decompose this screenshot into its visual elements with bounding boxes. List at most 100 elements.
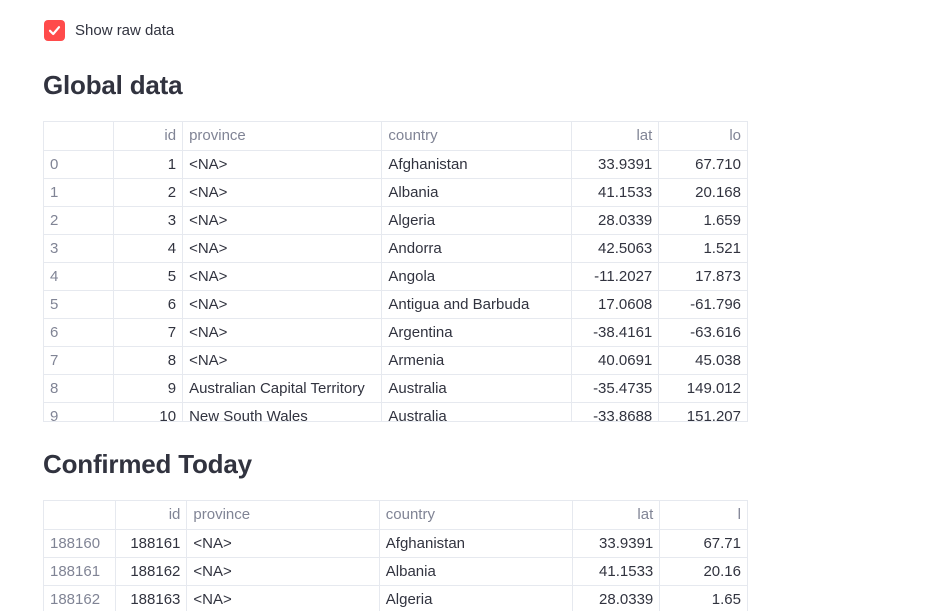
table-row[interactable]: 7 8 <NA> Armenia 40.0691 45.038 bbox=[44, 346, 748, 375]
row-index-cell[interactable]: 3 bbox=[44, 234, 114, 263]
province-cell[interactable]: <NA> bbox=[186, 557, 380, 586]
lat-cell[interactable]: -33.8688 bbox=[571, 402, 660, 421]
row-index-cell[interactable]: 9 bbox=[44, 402, 114, 421]
lat-cell[interactable]: 28.0339 bbox=[572, 585, 661, 611]
column-header-long[interactable]: lo bbox=[658, 122, 748, 151]
lat-cell[interactable]: 41.1533 bbox=[571, 178, 660, 207]
column-header-country[interactable]: country bbox=[381, 122, 573, 151]
country-cell[interactable]: Australia bbox=[381, 374, 573, 403]
id-cell[interactable]: 7 bbox=[113, 318, 184, 347]
country-cell[interactable]: Algeria bbox=[379, 585, 574, 611]
long-cell[interactable]: 1.65 bbox=[659, 585, 748, 611]
long-cell[interactable]: 20.16 bbox=[659, 557, 748, 586]
table-row[interactable]: 0 1 <NA> Afghanistan 33.9391 67.710 bbox=[44, 150, 748, 179]
table-row[interactable]: 3 4 <NA> Andorra 42.5063 1.521 bbox=[44, 234, 748, 263]
column-header-long[interactable]: l bbox=[659, 501, 748, 530]
country-cell[interactable]: Albania bbox=[379, 557, 574, 586]
row-index-cell[interactable]: 2 bbox=[44, 206, 114, 235]
table-row[interactable]: 188161 188162 <NA> Albania 41.1533 20.16 bbox=[44, 557, 748, 586]
table-row[interactable]: 8 9 Australian Capital Territory Australia -… bbox=[44, 374, 748, 403]
row-index-cell[interactable]: 188161 bbox=[44, 557, 116, 586]
province-cell[interactable]: <NA> bbox=[182, 234, 383, 263]
country-cell[interactable]: Algeria bbox=[381, 206, 573, 235]
column-header-index[interactable] bbox=[44, 122, 114, 151]
country-cell[interactable]: Antigua and Barbuda bbox=[381, 290, 573, 319]
lat-cell[interactable]: 28.0339 bbox=[571, 206, 660, 235]
long-cell[interactable]: 17.873 bbox=[658, 262, 748, 291]
id-cell[interactable]: 188162 bbox=[115, 557, 188, 586]
column-header-lat[interactable]: lat bbox=[572, 501, 661, 530]
id-cell[interactable]: 3 bbox=[113, 206, 184, 235]
table-row[interactable]: 188160 188161 <NA> Afghanistan 33.9391 67.71 bbox=[44, 529, 748, 558]
province-cell[interactable]: <NA> bbox=[182, 262, 383, 291]
confirmed-today-table[interactable]: id province country lat l 188160 188161 <N… bbox=[43, 500, 748, 611]
lat-cell[interactable]: 33.9391 bbox=[572, 529, 661, 558]
table-row[interactable]: 1 2 <NA> Albania 41.1533 20.168 bbox=[44, 178, 748, 207]
lat-cell[interactable]: 40.0691 bbox=[571, 346, 660, 375]
id-cell[interactable]: 188163 bbox=[115, 585, 188, 611]
long-cell[interactable]: 1.521 bbox=[658, 234, 748, 263]
country-cell[interactable]: Argentina bbox=[381, 318, 573, 347]
id-cell[interactable]: 1 bbox=[113, 150, 184, 179]
province-cell[interactable]: <NA> bbox=[186, 585, 380, 611]
column-header-lat[interactable]: lat bbox=[571, 122, 660, 151]
country-cell[interactable]: Albania bbox=[381, 178, 573, 207]
row-index-cell[interactable]: 7 bbox=[44, 346, 114, 375]
show-raw-data-checkbox[interactable]: Show raw data bbox=[44, 20, 174, 41]
row-index-cell[interactable]: 188162 bbox=[44, 585, 116, 611]
id-cell[interactable]: 2 bbox=[113, 178, 184, 207]
row-index-cell[interactable]: 1 bbox=[44, 178, 114, 207]
long-cell[interactable]: -63.616 bbox=[658, 318, 748, 347]
row-index-cell[interactable]: 188160 bbox=[44, 529, 116, 558]
id-cell[interactable]: 4 bbox=[113, 234, 184, 263]
province-cell[interactable]: <NA> bbox=[182, 150, 383, 179]
row-index-cell[interactable]: 5 bbox=[44, 290, 114, 319]
province-cell[interactable]: <NA> bbox=[182, 206, 383, 235]
table-row[interactable]: 2 3 <NA> Algeria 28.0339 1.659 bbox=[44, 206, 748, 235]
long-cell[interactable]: 20.168 bbox=[658, 178, 748, 207]
long-cell[interactable]: 149.012 bbox=[658, 374, 748, 403]
province-cell[interactable]: <NA> bbox=[182, 178, 383, 207]
table-row[interactable]: 188162 188163 <NA> Algeria 28.0339 1.65 bbox=[44, 585, 748, 611]
country-cell[interactable]: Angola bbox=[381, 262, 573, 291]
lat-cell[interactable]: 17.0608 bbox=[571, 290, 660, 319]
lat-cell[interactable]: 42.5063 bbox=[571, 234, 660, 263]
long-cell[interactable]: 67.710 bbox=[658, 150, 748, 179]
table-row[interactable]: 5 6 <NA> Antigua and Barbuda 17.0608 -61.796 bbox=[44, 290, 748, 319]
id-cell[interactable]: 9 bbox=[113, 374, 184, 403]
long-cell[interactable]: 1.659 bbox=[658, 206, 748, 235]
province-cell[interactable]: <NA> bbox=[182, 290, 383, 319]
country-cell[interactable]: Andorra bbox=[381, 234, 573, 263]
column-header-id[interactable]: id bbox=[115, 501, 188, 530]
lat-cell[interactable]: 41.1533 bbox=[572, 557, 661, 586]
id-cell[interactable]: 6 bbox=[113, 290, 184, 319]
lat-cell[interactable]: -11.2027 bbox=[571, 262, 660, 291]
column-header-province[interactable]: province bbox=[186, 501, 380, 530]
row-index-cell[interactable]: 8 bbox=[44, 374, 114, 403]
province-cell[interactable]: <NA> bbox=[182, 318, 383, 347]
province-cell[interactable]: <NA> bbox=[182, 346, 383, 375]
table-row[interactable]: 6 7 <NA> Argentina -38.4161 -63.616 bbox=[44, 318, 748, 347]
long-cell[interactable]: 45.038 bbox=[658, 346, 748, 375]
column-header-index[interactable] bbox=[44, 501, 116, 530]
country-cell[interactable]: Afghanistan bbox=[381, 150, 573, 179]
table-row[interactable]: 9 10 New South Wales Australia -33.8688 151.2… bbox=[44, 402, 748, 421]
row-index-cell[interactable]: 0 bbox=[44, 150, 114, 179]
lat-cell[interactable]: 33.9391 bbox=[571, 150, 660, 179]
column-header-province[interactable]: province bbox=[182, 122, 383, 151]
id-cell[interactable]: 8 bbox=[113, 346, 184, 375]
country-cell[interactable]: Afghanistan bbox=[379, 529, 574, 558]
global-data-table[interactable]: id province country lat lo 0 1 <NA> Afghani… bbox=[43, 121, 748, 422]
row-index-cell[interactable]: 6 bbox=[44, 318, 114, 347]
long-cell[interactable]: 151.207 bbox=[658, 402, 748, 421]
id-cell[interactable]: 188161 bbox=[115, 529, 188, 558]
country-cell[interactable]: Armenia bbox=[381, 346, 573, 375]
column-header-id[interactable]: id bbox=[113, 122, 184, 151]
column-header-country[interactable]: country bbox=[379, 501, 574, 530]
province-cell[interactable]: New South Wales bbox=[182, 402, 383, 421]
table-row[interactable]: 4 5 <NA> Angola -11.2027 17.873 bbox=[44, 262, 748, 291]
country-cell[interactable]: Australia bbox=[381, 402, 573, 421]
checkbox-checked-icon[interactable] bbox=[44, 20, 65, 41]
id-cell[interactable]: 5 bbox=[113, 262, 184, 291]
id-cell[interactable]: 10 bbox=[113, 402, 184, 421]
